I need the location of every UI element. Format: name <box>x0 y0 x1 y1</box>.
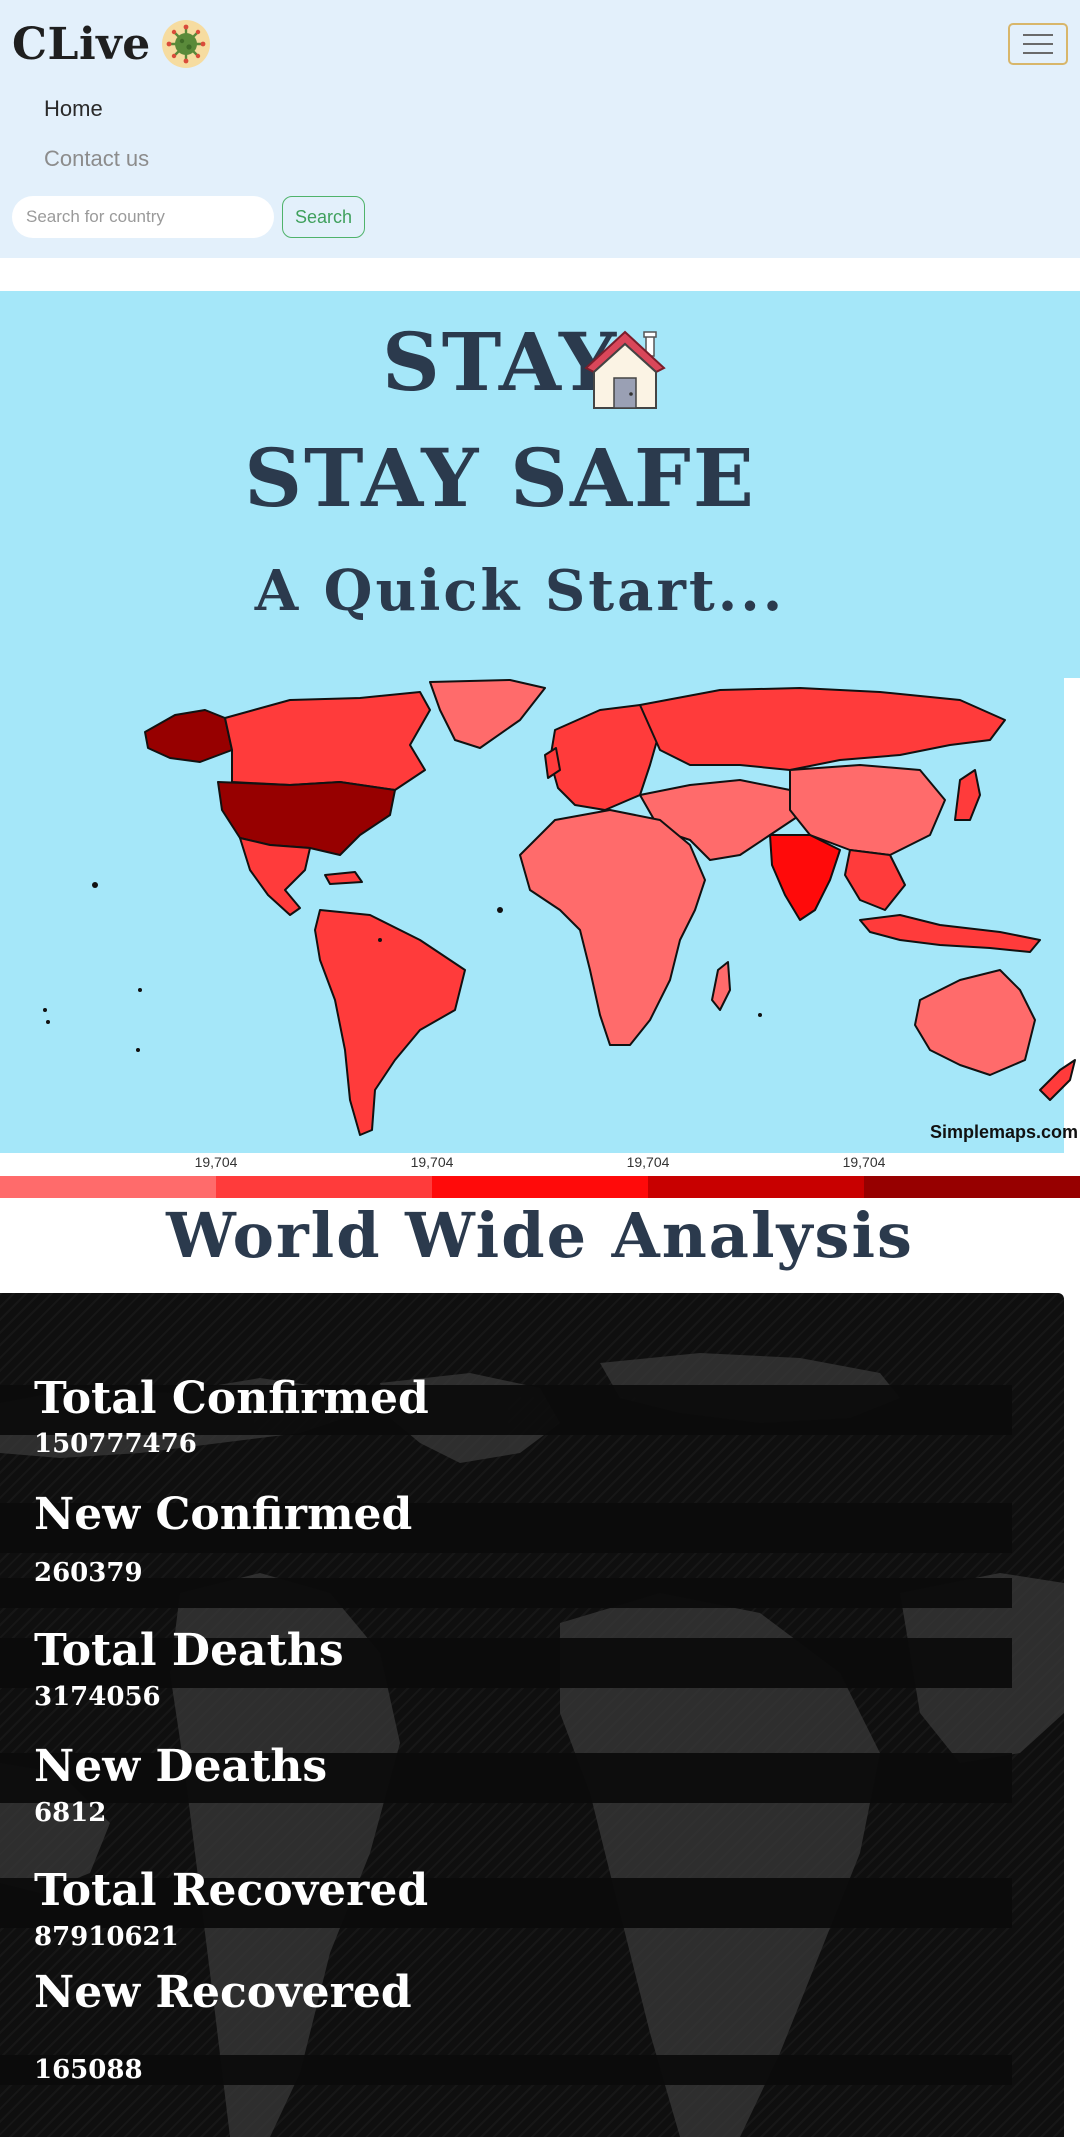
section-title: World Wide Analysis <box>166 1199 914 1272</box>
map-legend-bar <box>0 1176 1080 1198</box>
stat-label-new-recovered: New Recovered <box>34 1967 412 2018</box>
stat-value-total-deaths: 3174056 <box>34 1682 161 1712</box>
map-region-mexico <box>239 837 311 916</box>
stat-value-total-confirmed: 150777476 <box>34 1429 197 1459</box>
map-region-india <box>769 834 841 921</box>
legend-swatch <box>216 1176 432 1198</box>
world-map[interactable] <box>0 670 1080 1150</box>
navbar: CLive Home Contact us Search <box>0 0 1080 258</box>
hero-title-stay-safe: STAY SAFE <box>244 431 756 525</box>
hero-banner-edge <box>1064 291 1080 678</box>
map-region-canada <box>224 691 431 791</box>
stat-band <box>0 2055 1012 2085</box>
map-region-indonesia <box>859 914 1041 953</box>
stat-value-total-recovered: 87910621 <box>34 1922 179 1952</box>
menu-toggle-button[interactable] <box>1008 23 1068 65</box>
map-region-south-america <box>314 909 466 1136</box>
brand-name: CLive <box>12 18 151 70</box>
map-legend-labels: 19,704 19,704 19,704 19,704 <box>0 1154 1080 1174</box>
legend-label: 19,704 <box>410 1154 454 1170</box>
stat-band <box>0 1578 1012 1608</box>
map-region-madagascar <box>711 961 731 1011</box>
legend-swatch <box>648 1176 864 1198</box>
map-region-new-zealand <box>1039 1059 1076 1101</box>
house-icon <box>584 330 666 409</box>
stat-value-new-deaths: 6812 <box>34 1798 107 1828</box>
map-region-caribbean <box>324 871 363 885</box>
country-search-input[interactable] <box>12 196 274 238</box>
map-region-japan <box>954 769 981 821</box>
nav-link-contact[interactable]: Contact us <box>44 146 149 172</box>
hamburger-line <box>1023 43 1053 45</box>
stat-label-new-confirmed: New Confirmed <box>34 1489 413 1540</box>
hamburger-line <box>1023 52 1053 54</box>
map-region-australia <box>914 969 1036 1076</box>
search-button[interactable]: Search <box>282 196 365 238</box>
virus-logo-icon <box>161 20 210 68</box>
stat-label-total-confirmed: Total Confirmed <box>34 1373 429 1424</box>
hamburger-line <box>1023 34 1053 36</box>
stat-value-new-recovered: 165088 <box>34 2055 143 2085</box>
legend-swatch <box>864 1176 1080 1198</box>
legend-label: 19,704 <box>194 1154 238 1170</box>
stat-value-new-confirmed: 260379 <box>34 1558 143 1588</box>
map-region-southeast-asia <box>844 849 906 911</box>
map-region-africa <box>519 809 706 1046</box>
legend-swatch <box>432 1176 648 1198</box>
legend-swatch <box>0 1176 216 1198</box>
stat-label-total-recovered: Total Recovered <box>34 1865 429 1916</box>
hero-subtitle: A Quick Start... <box>254 558 786 624</box>
map-region-russia <box>639 687 1006 771</box>
stats-panel: Total Confirmed 150777476 New Confirmed … <box>0 1293 1064 2137</box>
legend-label: 19,704 <box>626 1154 670 1170</box>
stat-label-new-deaths: New Deaths <box>34 1741 328 1792</box>
brand[interactable]: CLive <box>12 14 211 74</box>
stat-label-total-deaths: Total Deaths <box>34 1625 344 1676</box>
map-credit[interactable]: Simplemaps.com <box>930 1122 1078 1143</box>
hero-title-stay: STAY <box>381 315 619 409</box>
map-region-alaska <box>144 709 233 763</box>
map-region-greenland <box>429 679 546 749</box>
nav-link-home[interactable]: Home <box>44 96 103 122</box>
legend-label: 19,704 <box>842 1154 886 1170</box>
